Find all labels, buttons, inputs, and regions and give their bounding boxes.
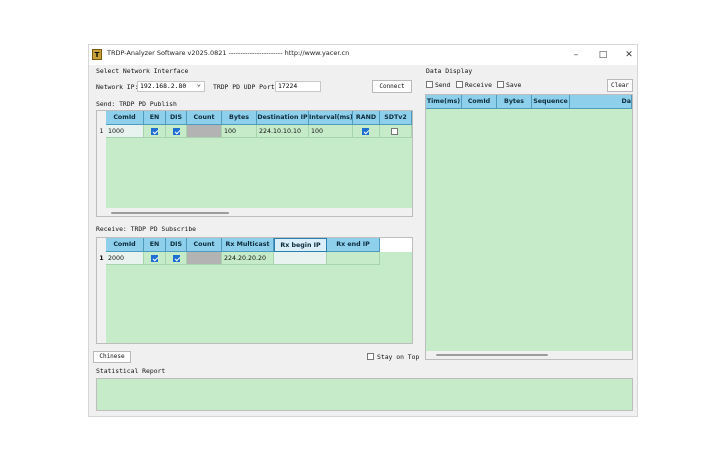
receive-cell-begin-ip[interactable] [274,252,327,265]
send-cell-en[interactable] [144,125,166,138]
network-section-label: Select Network Interface [96,67,189,75]
network-ip-select[interactable]: 192.168.2.80 ⌄ [137,80,205,92]
receive-col-count[interactable]: Count [187,238,222,252]
receive-grid-body [106,252,412,343]
receive-cell-multicast[interactable]: 224.20.20.20 [222,252,274,265]
receive-cell-count [187,252,222,265]
send-col-dis[interactable]: DIS [166,111,187,125]
send-col-sdtv2[interactable]: SDTv2 [380,111,412,125]
send-col-rand[interactable]: RAND [353,111,380,125]
display-col-bytes[interactable]: Bytes [497,95,532,109]
send-dis-checkbox[interactable] [173,128,180,135]
send-en-checkbox[interactable] [151,128,158,135]
send-cell-rand[interactable] [353,125,380,138]
display-col-sequence[interactable]: Sequence [532,95,570,109]
send-col-en[interactable]: EN [144,111,166,125]
receive-col-end-ip[interactable]: Rx end IP [327,238,380,252]
receive-dis-checkbox[interactable] [173,255,180,262]
network-ip-label: Network IP: [96,83,139,91]
window-title: TRDP-Analyzer Software v2025.0821 ------… [107,49,350,57]
send-rand-checkbox[interactable] [362,128,369,135]
receive-col-en[interactable]: EN [144,238,166,252]
display-receive-label: Receive [465,81,492,89]
maximize-icon: □ [598,50,608,60]
receive-cell-end-ip[interactable] [327,252,380,265]
data-display-table[interactable]: Time(ms) ComId Bytes Sequence Da [425,94,633,360]
display-section-label: Data Display [426,67,473,75]
receive-cell-comid[interactable]: 2000 [106,252,144,265]
send-horizontal-scrollbar[interactable] [111,212,229,214]
receive-cell-dis[interactable] [166,252,187,265]
display-col-time[interactable]: Time(ms) [426,95,462,109]
stay-on-top-checkbox[interactable] [367,353,374,360]
title-bar[interactable]: T TRDP-Analyzer Software v2025.0821 ----… [89,45,637,65]
receive-col-comid[interactable]: ComId [106,238,144,252]
clear-button[interactable]: Clear [607,79,633,92]
receive-cell-en[interactable] [144,252,166,265]
minimize-button[interactable]: – [564,46,588,64]
minimize-icon: – [573,50,579,60]
close-button[interactable]: ✕ [617,46,641,64]
send-cell-sdtv2[interactable] [380,125,412,138]
receive-en-checkbox[interactable] [151,255,158,262]
stay-on-top-label: Stay on Top [377,353,420,361]
chevron-down-icon: ⌄ [196,80,201,88]
send-cell-count [187,125,222,138]
send-cell-destination-ip[interactable]: 224.10.10.10 [257,125,309,138]
language-button[interactable]: Chinese [93,351,131,363]
display-col-comid[interactable]: ComId [462,95,497,109]
send-cell-bytes[interactable]: 100 [222,125,257,138]
data-display-body [426,109,632,351]
send-col-comid[interactable]: ComId [106,111,144,125]
send-cell-dis[interactable] [166,125,187,138]
udp-port-label: TRDP PD UDP Port: [213,83,279,91]
app-window: T TRDP-Analyzer Software v2025.0821 ----… [88,44,638,417]
network-ip-value: 192.168.2.80 [140,82,187,90]
send-col-destination-ip[interactable]: Destination IP [257,111,309,125]
display-save-label: Save [506,81,522,89]
receive-header-filler [380,238,412,252]
app-icon: T [92,49,102,60]
statistical-report-area[interactable] [96,378,633,411]
display-receive-checkbox[interactable] [456,81,463,88]
send-table[interactable]: ComId EN DIS Count Bytes Destination IP … [96,110,413,217]
receive-col-begin-ip[interactable]: Rx begin IP [274,238,327,252]
connect-button[interactable]: Connect [372,80,412,93]
send-section-label: Send: TRDP PD Publish [96,100,177,108]
send-col-bytes[interactable]: Bytes [222,111,257,125]
display-send-checkbox[interactable] [426,81,433,88]
send-row-index: 1 [99,128,104,135]
maximize-button[interactable]: □ [591,46,615,64]
receive-col-dis[interactable]: DIS [166,238,187,252]
display-horizontal-scrollbar[interactable] [436,354,548,356]
stat-section-label: Statistical Report [96,367,166,375]
display-send-label: Send [435,81,451,89]
send-col-count[interactable]: Count [187,111,222,125]
receive-row-index: 1 [99,255,104,262]
send-cell-comid[interactable]: 1000 [106,125,144,138]
send-sdtv2-checkbox[interactable] [391,128,398,135]
receive-table[interactable]: ComId EN DIS Count Rx Multicast Rx begin… [96,237,413,344]
display-save-checkbox[interactable] [497,81,504,88]
udp-port-input[interactable]: 17224 [275,81,321,92]
send-cell-interval[interactable]: 100 [309,125,353,138]
send-col-interval[interactable]: Interval(ms) [309,111,353,125]
display-col-data[interactable]: Da [570,95,632,109]
receive-section-label: Receive: TRDP PD Subscribe [96,225,197,233]
receive-col-multicast[interactable]: Rx Multicast [222,238,274,252]
close-icon: ✕ [625,50,633,60]
